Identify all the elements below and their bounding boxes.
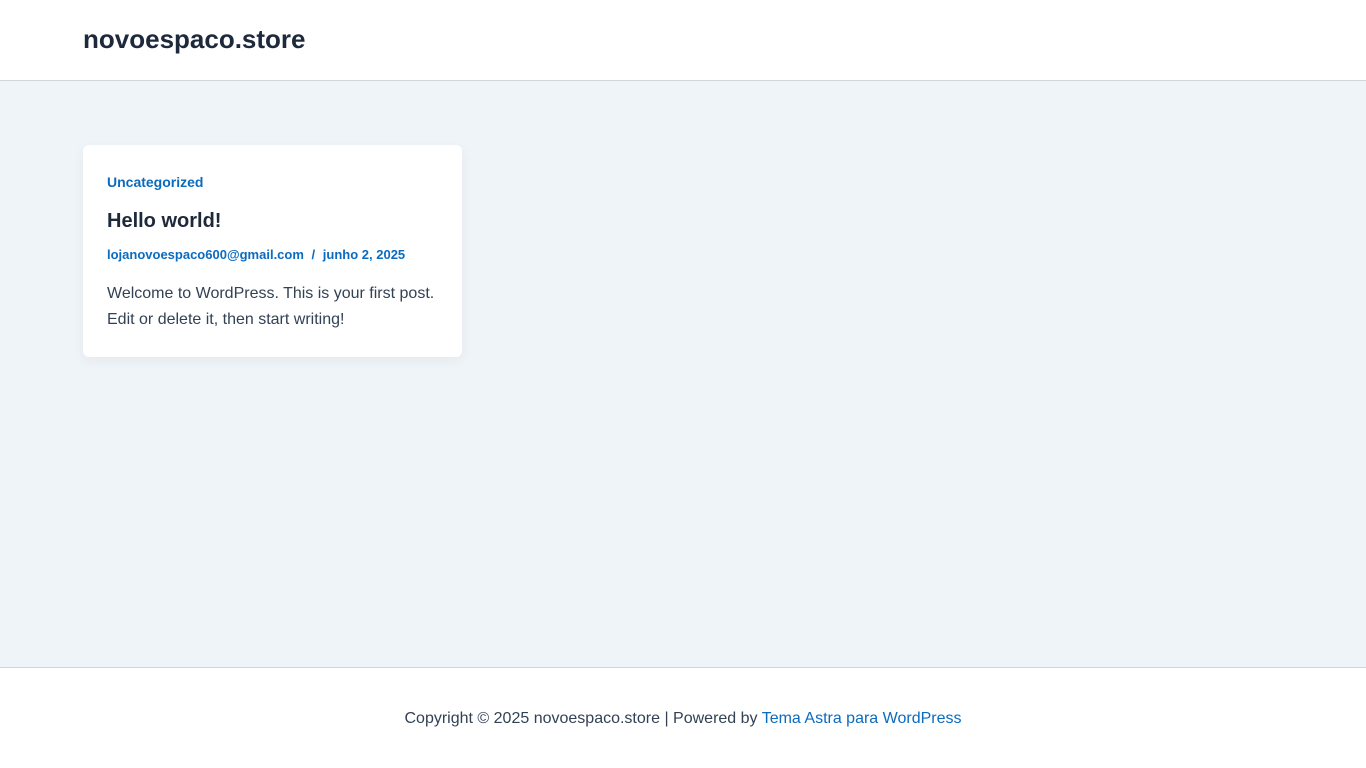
post-card: Uncategorized Hello world! lojanovoespac… — [83, 145, 462, 357]
site-footer: Copyright © 2025 novoespaco.store | Powe… — [0, 667, 1366, 768]
post-author-link[interactable]: lojanovoespaco600@gmail.com — [107, 247, 304, 262]
main-content: Uncategorized Hello world! lojanovoespac… — [0, 81, 1366, 667]
post-category-link[interactable]: Uncategorized — [107, 174, 203, 190]
footer-copyright: Copyright © 2025 novoespaco.store | Powe… — [0, 709, 1366, 729]
post-meta: lojanovoespaco600@gmail.com / junho 2, 2… — [107, 247, 405, 262]
post-date: junho 2, 2025 — [322, 247, 406, 262]
theme-credit-link[interactable]: Tema Astra para WordPress — [762, 710, 962, 727]
site-title-link[interactable]: novoespaco.store — [83, 24, 306, 54]
post-excerpt: Welcome to WordPress. This is your first… — [107, 285, 435, 328]
post-title-link[interactable]: Hello world! — [107, 209, 221, 233]
copyright-text: Copyright © 2025 novoespaco.store | Powe… — [404, 710, 762, 727]
site-header: novoespaco.store — [0, 0, 1366, 81]
meta-separator: / — [311, 247, 316, 262]
